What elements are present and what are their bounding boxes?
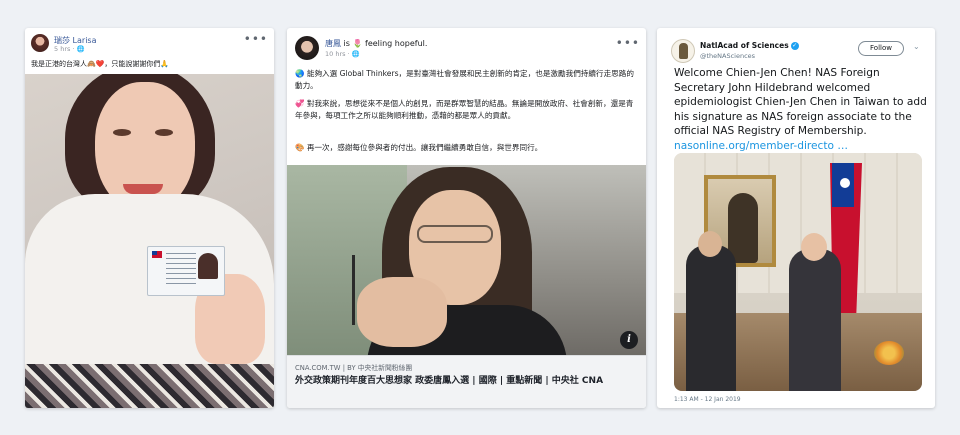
author-name[interactable]: NatlAcad of Sciences ✓ xyxy=(700,41,799,50)
post-paragraph: 🌏 能夠入選 Global Thinkers，是對臺灣社會發展和民主創新的肯定，… xyxy=(295,69,634,90)
info-icon[interactable]: i xyxy=(620,331,638,349)
post-timestamp[interactable]: 10 hrs · 🌐 xyxy=(325,50,360,58)
tweet-nas: NatlAcad of Sciences ✓ @theNASciences Fol… xyxy=(657,28,935,408)
post-photo[interactable] xyxy=(25,74,274,408)
globe-icon: 🌐 xyxy=(351,50,360,58)
author-avatar[interactable] xyxy=(671,39,695,63)
facebook-post-audrey-tang: 唐鳳 is 🌷 feeling hopeful. 10 hrs · 🌐 ••• … xyxy=(287,28,646,408)
author-avatar[interactable] xyxy=(295,36,319,60)
link-title[interactable]: 外交政策期刊年度百大思想家 政委唐鳳入選 | 國際 | 重點新聞 | 中央社 C… xyxy=(295,374,640,388)
link-preview[interactable]: CNA.COM.TW | BY 中央社新聞粉絲團 外交政策期刊年度百大思想家 政… xyxy=(287,355,646,408)
post-text: 我是正港的台灣人🙈❤️，只能說謝謝你們🙏 xyxy=(31,60,170,68)
chevron-down-icon[interactable]: ⌄ xyxy=(913,42,920,51)
globe-icon: 🌐 xyxy=(76,45,85,53)
tweet-text: Welcome Chien-Jen Chen! NAS Foreign Secr… xyxy=(674,67,927,152)
link-domain: CNA.COM.TW | BY 中央社新聞粉絲團 xyxy=(295,364,413,372)
author-avatar[interactable] xyxy=(31,34,49,52)
link-preview-image[interactable]: i xyxy=(287,165,646,355)
post-paragraph: 💞 對我來說，思想從來不是個人的創見，而是群眾智慧的結晶。無論是開放政府、社會創… xyxy=(295,99,634,120)
feeling-text: feeling hopeful. xyxy=(365,39,428,48)
facebook-post-larisa: 瑞莎 Larisa 5 hrs · 🌐 ••• 我是正港的台灣人🙈❤️，只能說謝… xyxy=(25,28,274,408)
post-timestamp[interactable]: 5 hrs · 🌐 xyxy=(54,45,85,53)
feeling-emoji: 🌷 xyxy=(352,39,363,48)
follow-button[interactable]: Follow xyxy=(858,41,904,56)
author-line: 唐鳳 is 🌷 feeling hopeful. xyxy=(325,39,428,48)
author-handle[interactable]: @theNASciences xyxy=(700,52,755,60)
tweet-photo[interactable] xyxy=(674,153,922,391)
tweet-timestamp[interactable]: 1:13 AM - 12 Jan 2019 xyxy=(674,396,741,403)
verified-icon: ✓ xyxy=(790,42,799,50)
more-options-icon[interactable]: ••• xyxy=(244,33,268,45)
id-card xyxy=(147,246,225,296)
author-name[interactable]: 唐鳳 xyxy=(325,39,341,48)
more-options-icon[interactable]: ••• xyxy=(616,37,640,49)
post-paragraph: 🎨 再一次，感謝每位參與者的付出。讓我們繼續勇敢自信，與世界同行。 xyxy=(295,143,543,152)
tweet-link[interactable]: nasonline.org/member-directo … xyxy=(674,140,848,152)
